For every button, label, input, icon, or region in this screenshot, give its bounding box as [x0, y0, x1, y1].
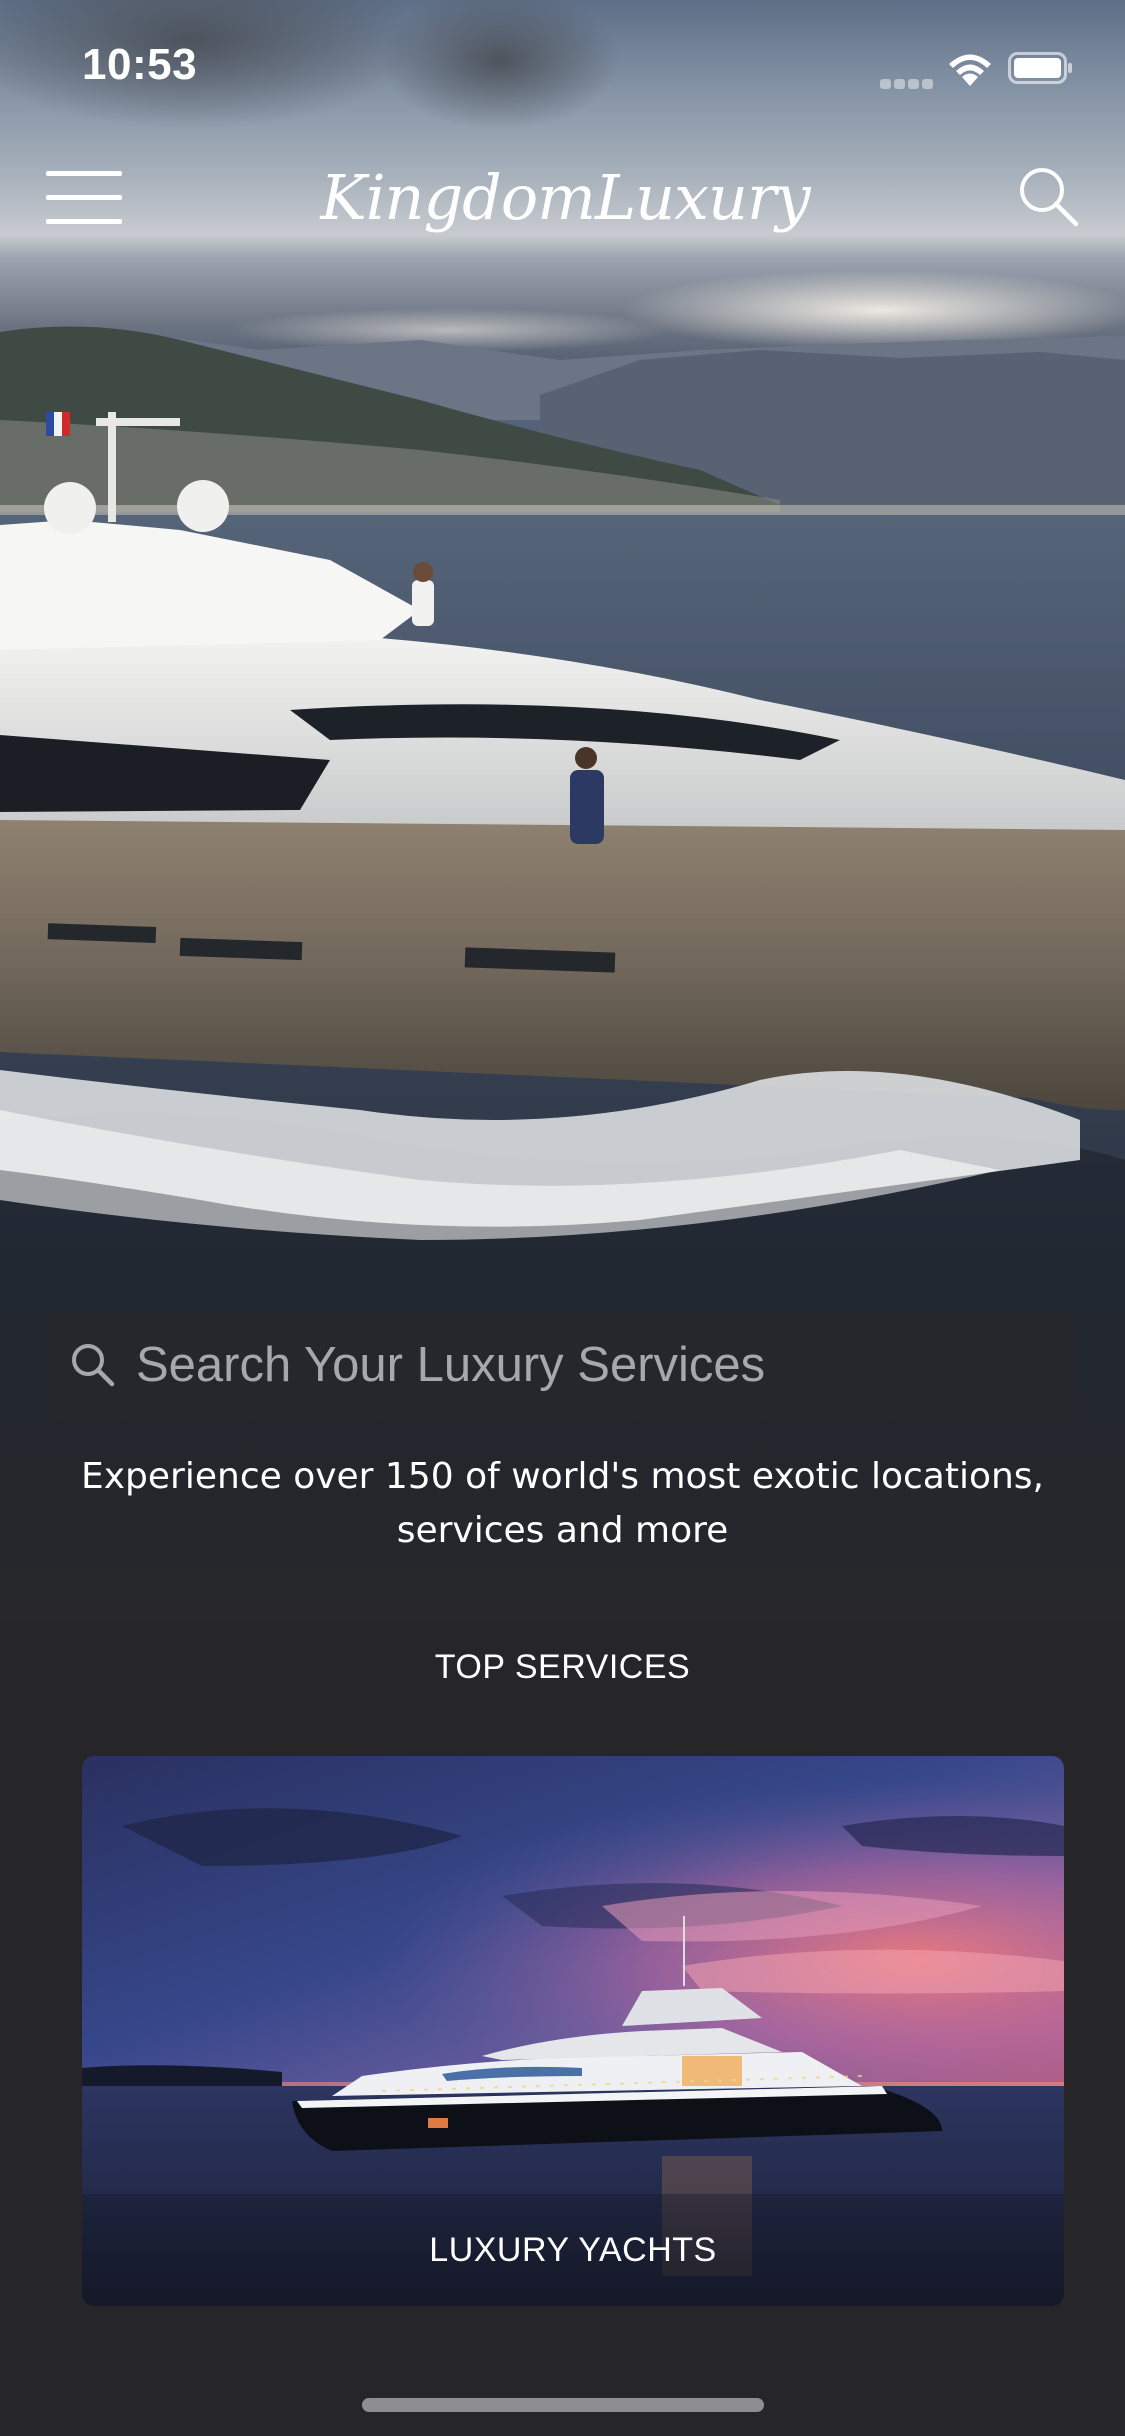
hero-tagline: Experience over 150 of world's most exot…	[81, 1456, 1044, 1551]
hamburger-menu-icon[interactable]	[46, 166, 126, 228]
status-time: 10:53	[82, 40, 198, 89]
status-bar: 10:53	[0, 0, 1125, 132]
app-screen: 10:53 KingdomLuxury Search Your Luxury S…	[0, 0, 1125, 2436]
section-title-top-services: TOP SERVICES	[434, 1648, 691, 1686]
hero-section: 10:53 KingdomLuxury Search Your Luxury S…	[0, 0, 1125, 1620]
search-placeholder: Search Your Luxury Services	[136, 1338, 766, 1392]
search-icon[interactable]	[1016, 164, 1080, 228]
wifi-icon	[949, 54, 991, 86]
search-input[interactable]: Search Your Luxury Services	[48, 1312, 1076, 1418]
service-card-label: LUXURY YACHTS	[429, 2231, 717, 2269]
home-indicator[interactable]	[362, 2398, 764, 2412]
battery-icon	[1008, 52, 1072, 84]
cellular-signal-icon	[880, 74, 936, 89]
service-card-luxury-yachts[interactable]: LUXURY YACHTS	[82, 1756, 1064, 2306]
search-field-icon	[72, 1344, 115, 1387]
brand-logo: KingdomLuxury	[320, 161, 810, 234]
